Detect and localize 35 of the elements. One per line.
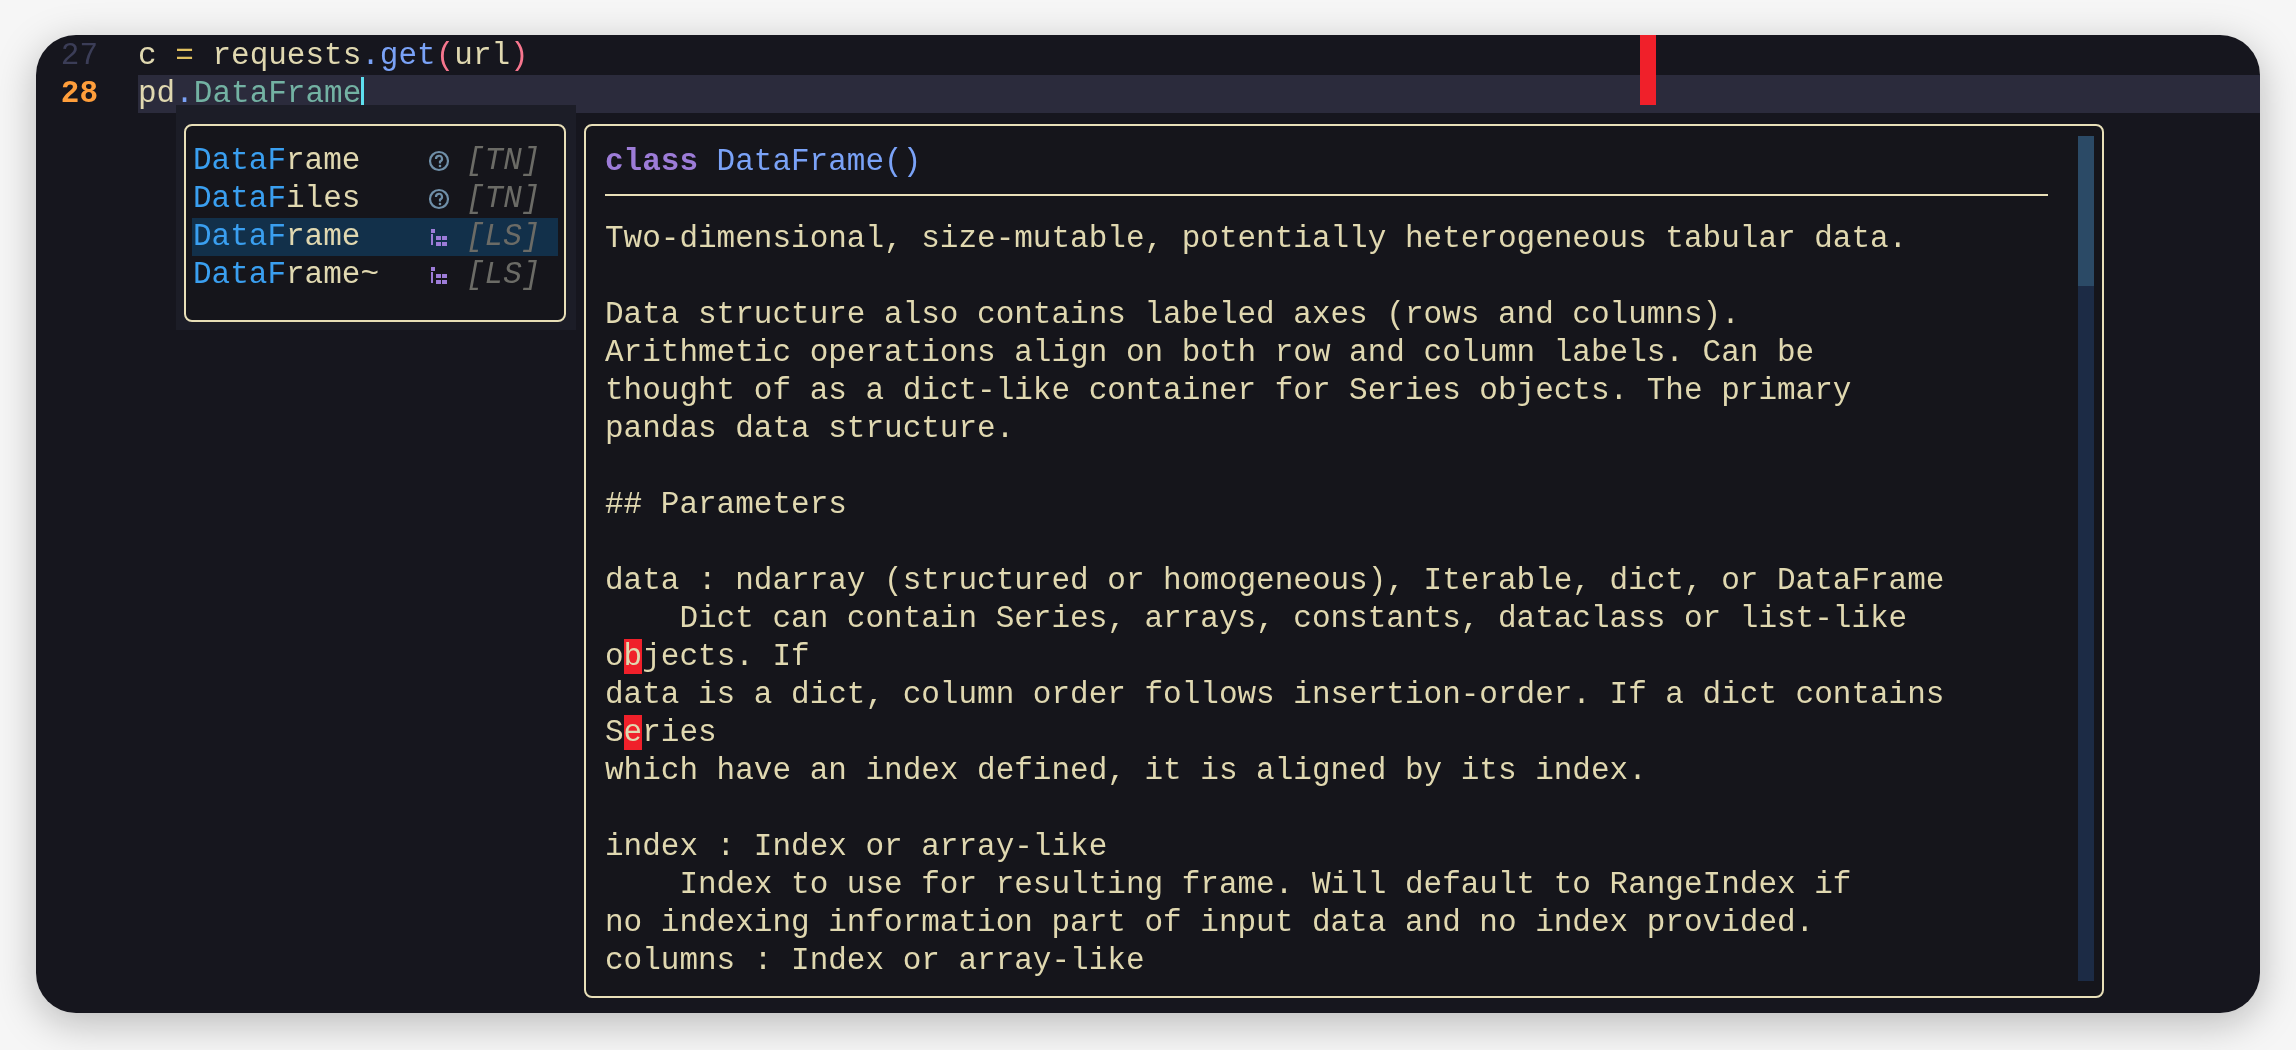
doc-text-line: data is a dict, column order follows insertion-order. If a dict contains: [605, 676, 1945, 714]
source-label: [LS]: [466, 256, 541, 294]
doc-text-line: Data structure also contains labeled axes (rows and columns).: [605, 296, 1740, 334]
doc-text-line: Two-dimensional, size-mutable, potentially heterogeneous tabular data.: [605, 220, 1908, 258]
doc-text-line: columns : Index or array-like: [605, 942, 1145, 980]
doc-text-line: thought of as a dict-like container for Series objects. The primary: [605, 372, 1852, 410]
source-label: [TN]: [466, 142, 541, 180]
structure-icon: [428, 264, 450, 286]
structure-icon: [428, 226, 450, 248]
doc-text-line: Arithmetic operations align on both row and column labels. Can be: [605, 334, 1815, 372]
scrollbar-thumb[interactable]: [2078, 136, 2094, 286]
doc-text-line: no indexing information part of input data and no index provided.: [605, 904, 1815, 942]
doc-text-line: data : ndarray (structured or homogeneous), Iterable, dict, or DataFrame: [605, 562, 1945, 600]
completion-item[interactable]: DataFiles [TN]: [192, 180, 558, 218]
completion-item[interactable]: DataFrame~ [LS]: [192, 256, 558, 294]
doc-signature: class DataFrame(): [605, 143, 922, 181]
completion-item[interactable]: DataFrame [TN]: [192, 142, 558, 180]
help-icon: [428, 188, 450, 210]
doc-text-line: objects. If: [605, 638, 810, 676]
source-label: [LS]: [466, 218, 541, 256]
doc-text-line: index : Index or array-like: [605, 828, 1108, 866]
line-number: 27: [59, 37, 98, 75]
doc-text-line: ## Parameters: [605, 486, 847, 524]
code-line: c = requests.get(url): [138, 37, 529, 75]
color-column-marker: [1640, 35, 1656, 105]
doc-text-line: which have an index defined, it is aligned by its index.: [605, 752, 1647, 790]
source-label: [TN]: [466, 180, 541, 218]
completion-item[interactable]: DataFrame [LS]: [192, 218, 558, 256]
doc-text-line: Series: [605, 714, 717, 752]
doc-text-line: Index to use for resulting frame. Will default to RangeIndex if: [678, 866, 1852, 904]
line-number: 28: [59, 75, 98, 113]
doc-text-line: pandas data structure.: [605, 410, 1015, 448]
help-icon: [428, 150, 450, 172]
code-line: pd.DataFrame: [138, 75, 362, 113]
doc-text-line: Dict can contain Series, arrays, constants, dataclass or list-like: [678, 600, 1908, 638]
